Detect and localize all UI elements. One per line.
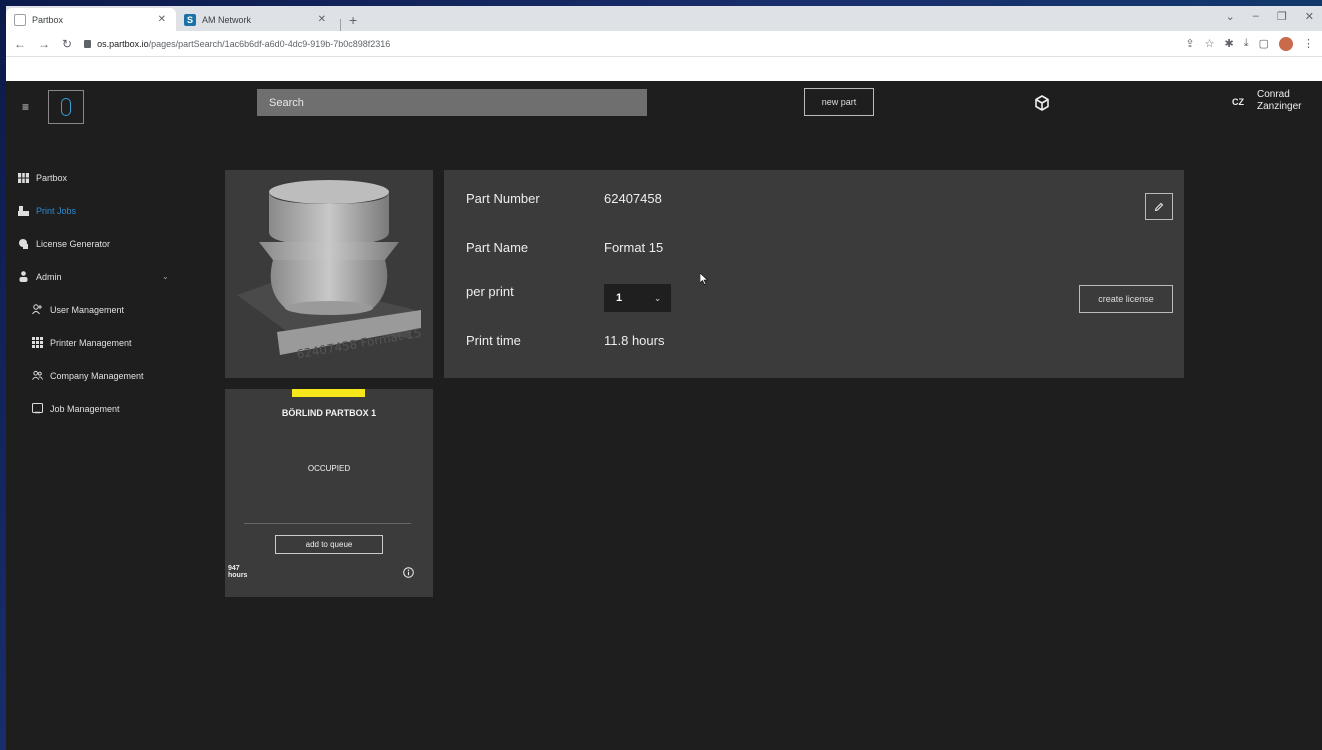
reload-icon[interactable]: ↻	[62, 37, 72, 51]
sidebar-item-job-management[interactable]: Job Management	[6, 392, 186, 425]
sidebar-item-printer-management[interactable]: Printer Management	[6, 326, 186, 359]
sidebar-item-label: License Generator	[36, 238, 111, 249]
tab-am-network[interactable]: S AM Network ✕	[176, 8, 336, 31]
lock-icon	[84, 39, 92, 48]
sidepanel-icon[interactable]: ▢	[1259, 37, 1269, 50]
per-print-select[interactable]: 1 ⌄	[604, 284, 671, 312]
cube-icon[interactable]	[1034, 95, 1050, 111]
partbox-logo[interactable]	[48, 90, 84, 124]
tab-partbox[interactable]: Partbox ✕	[6, 8, 176, 31]
page-icon	[14, 13, 26, 26]
url-field[interactable]: os.partbox.io/pages/partSearch/1ac6b6df-…	[84, 39, 1173, 49]
user-last-name: Zanzinger	[1257, 101, 1302, 112]
edit-button[interactable]	[1145, 193, 1173, 220]
address-bar: ← → ↻ os.partbox.io/pages/partSearch/1ac…	[6, 31, 1322, 57]
browser-window: Partbox ✕ S AM Network ✕ + ⌄ – ❐ ✕ ← → ↻…	[6, 6, 1322, 750]
part-number-value: 62407458	[604, 191, 662, 206]
close-icon[interactable]: ✕	[158, 14, 166, 25]
user-name[interactable]: Conrad Zanzinger	[1257, 89, 1301, 113]
hamburger-icon[interactable]: ≡	[22, 100, 29, 114]
sidebar-item-label: Print Jobs	[36, 205, 77, 216]
close-window-icon[interactable]: ✕	[1305, 10, 1314, 23]
info-icon[interactable]	[403, 567, 414, 578]
sidebar-item-label: User Management	[50, 304, 125, 315]
logo-mark-icon	[61, 98, 71, 116]
part-number-label: Part Number	[466, 191, 540, 206]
url-host: os.partbox.io	[97, 38, 149, 49]
forward-icon[interactable]: →	[38, 37, 50, 51]
create-license-button[interactable]: create license	[1079, 285, 1173, 313]
chevron-down-icon[interactable]: ⌄	[162, 272, 169, 281]
chevron-down-icon: ⌄	[654, 293, 661, 303]
print-time-label: Print time	[466, 333, 521, 348]
window-controls: ⌄ – ❐ ✕	[1226, 10, 1314, 23]
extensions-icon[interactable]: ✱	[1225, 37, 1234, 50]
sidebar-item-company-management[interactable]: Company Management	[6, 359, 186, 392]
part-details-panel: Part Number 62407458 Part Name Format 15…	[444, 170, 1184, 378]
close-icon[interactable]: ✕	[318, 14, 326, 25]
part-name-value: Format 15	[604, 240, 664, 255]
add-to-queue-button[interactable]: add to queue	[275, 535, 383, 554]
grid-box-icon	[18, 172, 29, 183]
printer-icon	[18, 205, 29, 216]
toolbar-icons: ⇪ ☆ ✱ ⤓ ▢ ⋮	[1185, 36, 1314, 51]
status-indicator-bar	[292, 389, 365, 397]
part-name-label: Part Name	[466, 240, 529, 255]
menu-icon[interactable]: ⋮	[1303, 37, 1314, 50]
printer-hours: 947 hours	[228, 565, 247, 579]
sidebar-item-label: Company Management	[50, 370, 144, 381]
restore-icon[interactable]: ❐	[1277, 10, 1287, 23]
sidebar-item-label: Admin	[36, 271, 62, 282]
per-print-label: per print	[466, 284, 514, 299]
back-icon[interactable]: ←	[14, 37, 26, 51]
sidebar-item-print-jobs[interactable]: Print Jobs	[6, 194, 186, 227]
am-network-icon: S	[184, 13, 196, 26]
grid-icon	[32, 337, 43, 348]
search-input[interactable]: Search	[257, 89, 647, 116]
license-icon	[18, 238, 29, 249]
printer-status: OCCUPIED	[307, 464, 351, 473]
part-3d-render: 62407458 Format 15	[237, 180, 422, 361]
hours-value: 947	[228, 565, 240, 572]
sidebar-item-license-generator[interactable]: License Generator	[6, 227, 186, 260]
printer-name: BÖRLIND PARTBOX 1	[281, 408, 377, 418]
new-tab-icon[interactable]: +	[341, 8, 365, 31]
new-part-button[interactable]: new part	[804, 88, 874, 116]
printer-card[interactable]: BÖRLIND PARTBOX 1 OCCUPIED add to queue …	[225, 389, 433, 597]
sidebar-item-user-management[interactable]: User Management	[6, 293, 186, 326]
url-path: /pages/partSearch/1ac6b6df-a6d0-4dc9-919…	[148, 38, 391, 49]
person-icon	[18, 271, 29, 282]
user-initials[interactable]: CZ	[1232, 97, 1244, 107]
mouse-cursor-icon	[700, 273, 708, 285]
minimize-icon[interactable]: –	[1253, 10, 1259, 23]
part-preview-image: 62407458 Format 15	[225, 170, 433, 378]
sidebar-item-partbox[interactable]: Partbox	[6, 161, 186, 194]
app-header: ≡ Search new part CZ Conrad Zanzinger	[6, 81, 1322, 137]
hours-unit: hours	[228, 572, 248, 579]
card-divider	[244, 523, 411, 524]
sidebar-item-label: Printer Management	[50, 337, 132, 348]
sidebar-item-admin[interactable]: Admin ⌄	[6, 260, 186, 293]
per-print-value: 1	[616, 292, 623, 304]
sidebar-item-label: Job Management	[50, 403, 120, 414]
user-add-icon	[32, 304, 43, 315]
tab-bar: Partbox ✕ S AM Network ✕ + ⌄ – ❐ ✕	[6, 6, 1322, 31]
profile-avatar[interactable]	[1279, 36, 1293, 51]
star-icon[interactable]: ☆	[1205, 37, 1215, 50]
pencil-icon	[1154, 202, 1164, 211]
tab-search-icon[interactable]: ⌄	[1226, 10, 1235, 23]
users-icon	[32, 370, 43, 381]
sidebar: Partbox Print Jobs License Generator Adm…	[6, 161, 186, 425]
tablet-icon	[32, 403, 43, 414]
tab-label: AM Network	[202, 14, 252, 25]
download-icon[interactable]: ⤓	[1244, 37, 1249, 50]
page-top-strip	[6, 57, 1322, 81]
sidebar-item-label: Partbox	[36, 172, 68, 183]
user-first-name: Conrad	[1257, 89, 1290, 100]
share-icon[interactable]: ⇪	[1185, 37, 1194, 50]
print-time-value: 11.8 hours	[604, 333, 665, 348]
tab-label: Partbox	[32, 14, 64, 25]
